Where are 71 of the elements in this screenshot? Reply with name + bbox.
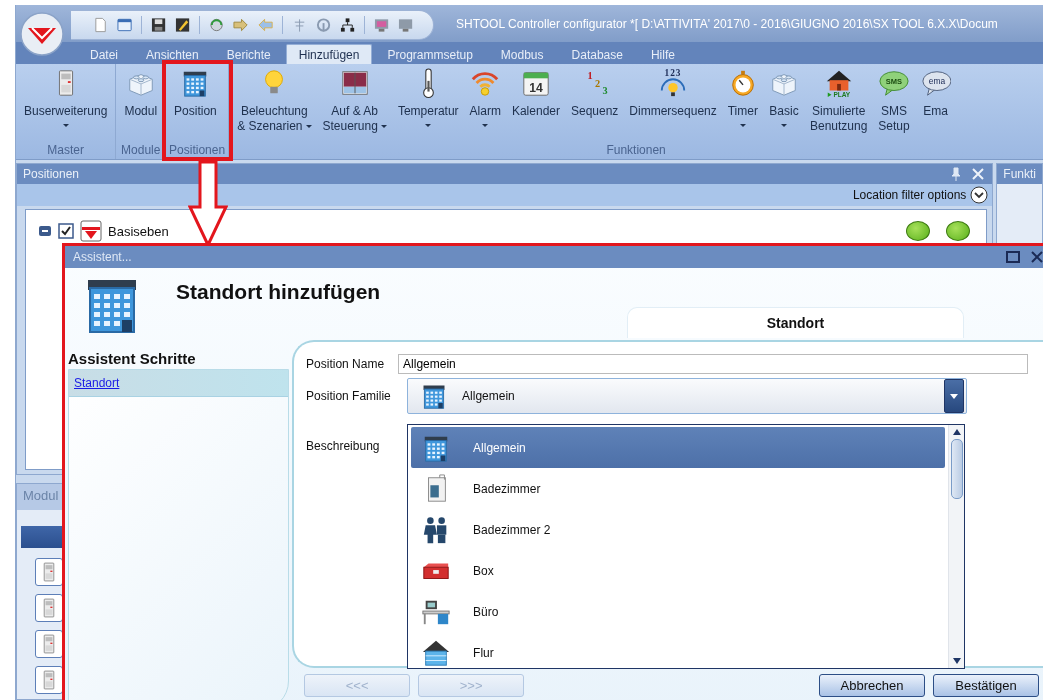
module-thumbnail[interactable] bbox=[35, 558, 63, 586]
list-option[interactable]: Badezimmer bbox=[411, 468, 946, 509]
ribbon-button[interactable]: SMS SMS Setup bbox=[873, 64, 915, 143]
ribbon-button[interactable]: 123 Sequenz bbox=[566, 64, 624, 143]
module-thumbnail[interactable] bbox=[35, 594, 63, 622]
ribbon-button[interactable]: 14 Kalender bbox=[506, 64, 565, 143]
panel-title: Funkti bbox=[1003, 167, 1036, 181]
checkbox[interactable] bbox=[58, 223, 74, 239]
module-thumbnail[interactable] bbox=[35, 630, 63, 658]
panel-title: Positionen bbox=[23, 167, 81, 181]
ribbon-button[interactable]: Modul bbox=[119, 64, 163, 143]
arrow-right-icon[interactable] bbox=[233, 16, 249, 33]
close-icon[interactable] bbox=[970, 166, 987, 182]
group-label: Positionen bbox=[169, 143, 226, 159]
ribbon-button[interactable]: Timer bbox=[722, 64, 763, 143]
ribbon-button[interactable]: Auf & Ab Steuerung bbox=[317, 64, 392, 143]
dialog-heading: Standort hinzufügen bbox=[176, 280, 381, 304]
scrollbar[interactable] bbox=[948, 425, 965, 668]
ribbon-button[interactable]: Beleuchtung & Szenarien bbox=[232, 64, 317, 143]
field-label: Position Familie bbox=[306, 389, 392, 403]
dialog-title: Assistent... bbox=[73, 250, 133, 264]
ribbon-button[interactable]: Buserweiterung bbox=[19, 64, 113, 143]
list-option[interactable]: Büro bbox=[411, 591, 946, 632]
module-thumbnail[interactable] bbox=[35, 666, 63, 694]
collapse-icon[interactable] bbox=[38, 224, 52, 238]
monitor-icon[interactable] bbox=[397, 16, 414, 33]
ribbon-button[interactable]: Temperatur bbox=[392, 64, 464, 143]
step-link[interactable]: Standort bbox=[74, 376, 120, 390]
dropdown-button[interactable] bbox=[944, 379, 965, 413]
ribbon-button[interactable]: Position bbox=[169, 64, 222, 143]
group-label: Funktionen bbox=[605, 143, 667, 159]
list-option[interactable]: Flur bbox=[411, 632, 946, 673]
document-icon[interactable] bbox=[93, 16, 109, 33]
list-option[interactable]: Badezimmer 2 bbox=[411, 509, 946, 550]
network-icon[interactable] bbox=[339, 16, 355, 33]
steps-heading: Assistent Schritte bbox=[68, 350, 197, 367]
scroll-thumb[interactable] bbox=[950, 439, 963, 499]
ribbon-button[interactable]: Alarm bbox=[464, 64, 506, 143]
monitor-icon[interactable] bbox=[373, 16, 389, 33]
chevron-down-icon bbox=[970, 186, 989, 204]
maximize-icon[interactable] bbox=[1005, 249, 1021, 265]
numbers-icon: 123 bbox=[579, 68, 610, 98]
list-option[interactable]: Box bbox=[411, 550, 946, 591]
menu-tab[interactable]: Hinzufügen bbox=[285, 44, 373, 64]
field-label: Beschreibung bbox=[306, 439, 381, 453]
list-option[interactable]: Allgemein bbox=[411, 427, 946, 468]
filter-options-button[interactable]: Location filter options bbox=[852, 186, 989, 204]
field-label: Position Name bbox=[306, 357, 386, 371]
status-light-icon bbox=[946, 221, 971, 241]
pencil-icon[interactable] bbox=[175, 16, 191, 33]
page-tab[interactable]: Standort bbox=[627, 307, 964, 338]
window-title: SHTOOL Controller configurator *[ D:\ATTIVITA' 2017\0 - 2016\GIUGNO 2016\SX TOOL 6.X.X\Docum bbox=[456, 16, 998, 31]
step-item[interactable]: Standort bbox=[69, 370, 289, 397]
dropdown-field[interactable]: Allgemein bbox=[407, 378, 968, 414]
input-field[interactable]: Allgemein bbox=[398, 354, 1029, 374]
tree-item[interactable]: Basiseben bbox=[108, 223, 169, 239]
group-label: Master bbox=[46, 143, 86, 159]
close-icon[interactable] bbox=[1029, 249, 1043, 265]
ribbon-button[interactable]: ema Ema bbox=[915, 64, 956, 143]
caret-icon bbox=[950, 393, 959, 399]
ribbon-button[interactable]: 123 Dimmersequenz bbox=[624, 64, 722, 143]
refresh-icon[interactable] bbox=[209, 16, 225, 33]
thermometer-icon bbox=[422, 68, 434, 98]
wizard-button[interactable]: Bestätigen bbox=[933, 674, 1039, 697]
window-icon[interactable] bbox=[117, 16, 133, 33]
scroll-down-icon[interactable] bbox=[952, 658, 961, 664]
group-label: Module bbox=[120, 143, 162, 159]
window-blind-icon bbox=[339, 68, 370, 98]
status-light-icon bbox=[906, 221, 931, 241]
ribbon-button[interactable]: Basic bbox=[763, 64, 804, 143]
wizard-button[interactable]: Abbrechen bbox=[819, 674, 925, 697]
